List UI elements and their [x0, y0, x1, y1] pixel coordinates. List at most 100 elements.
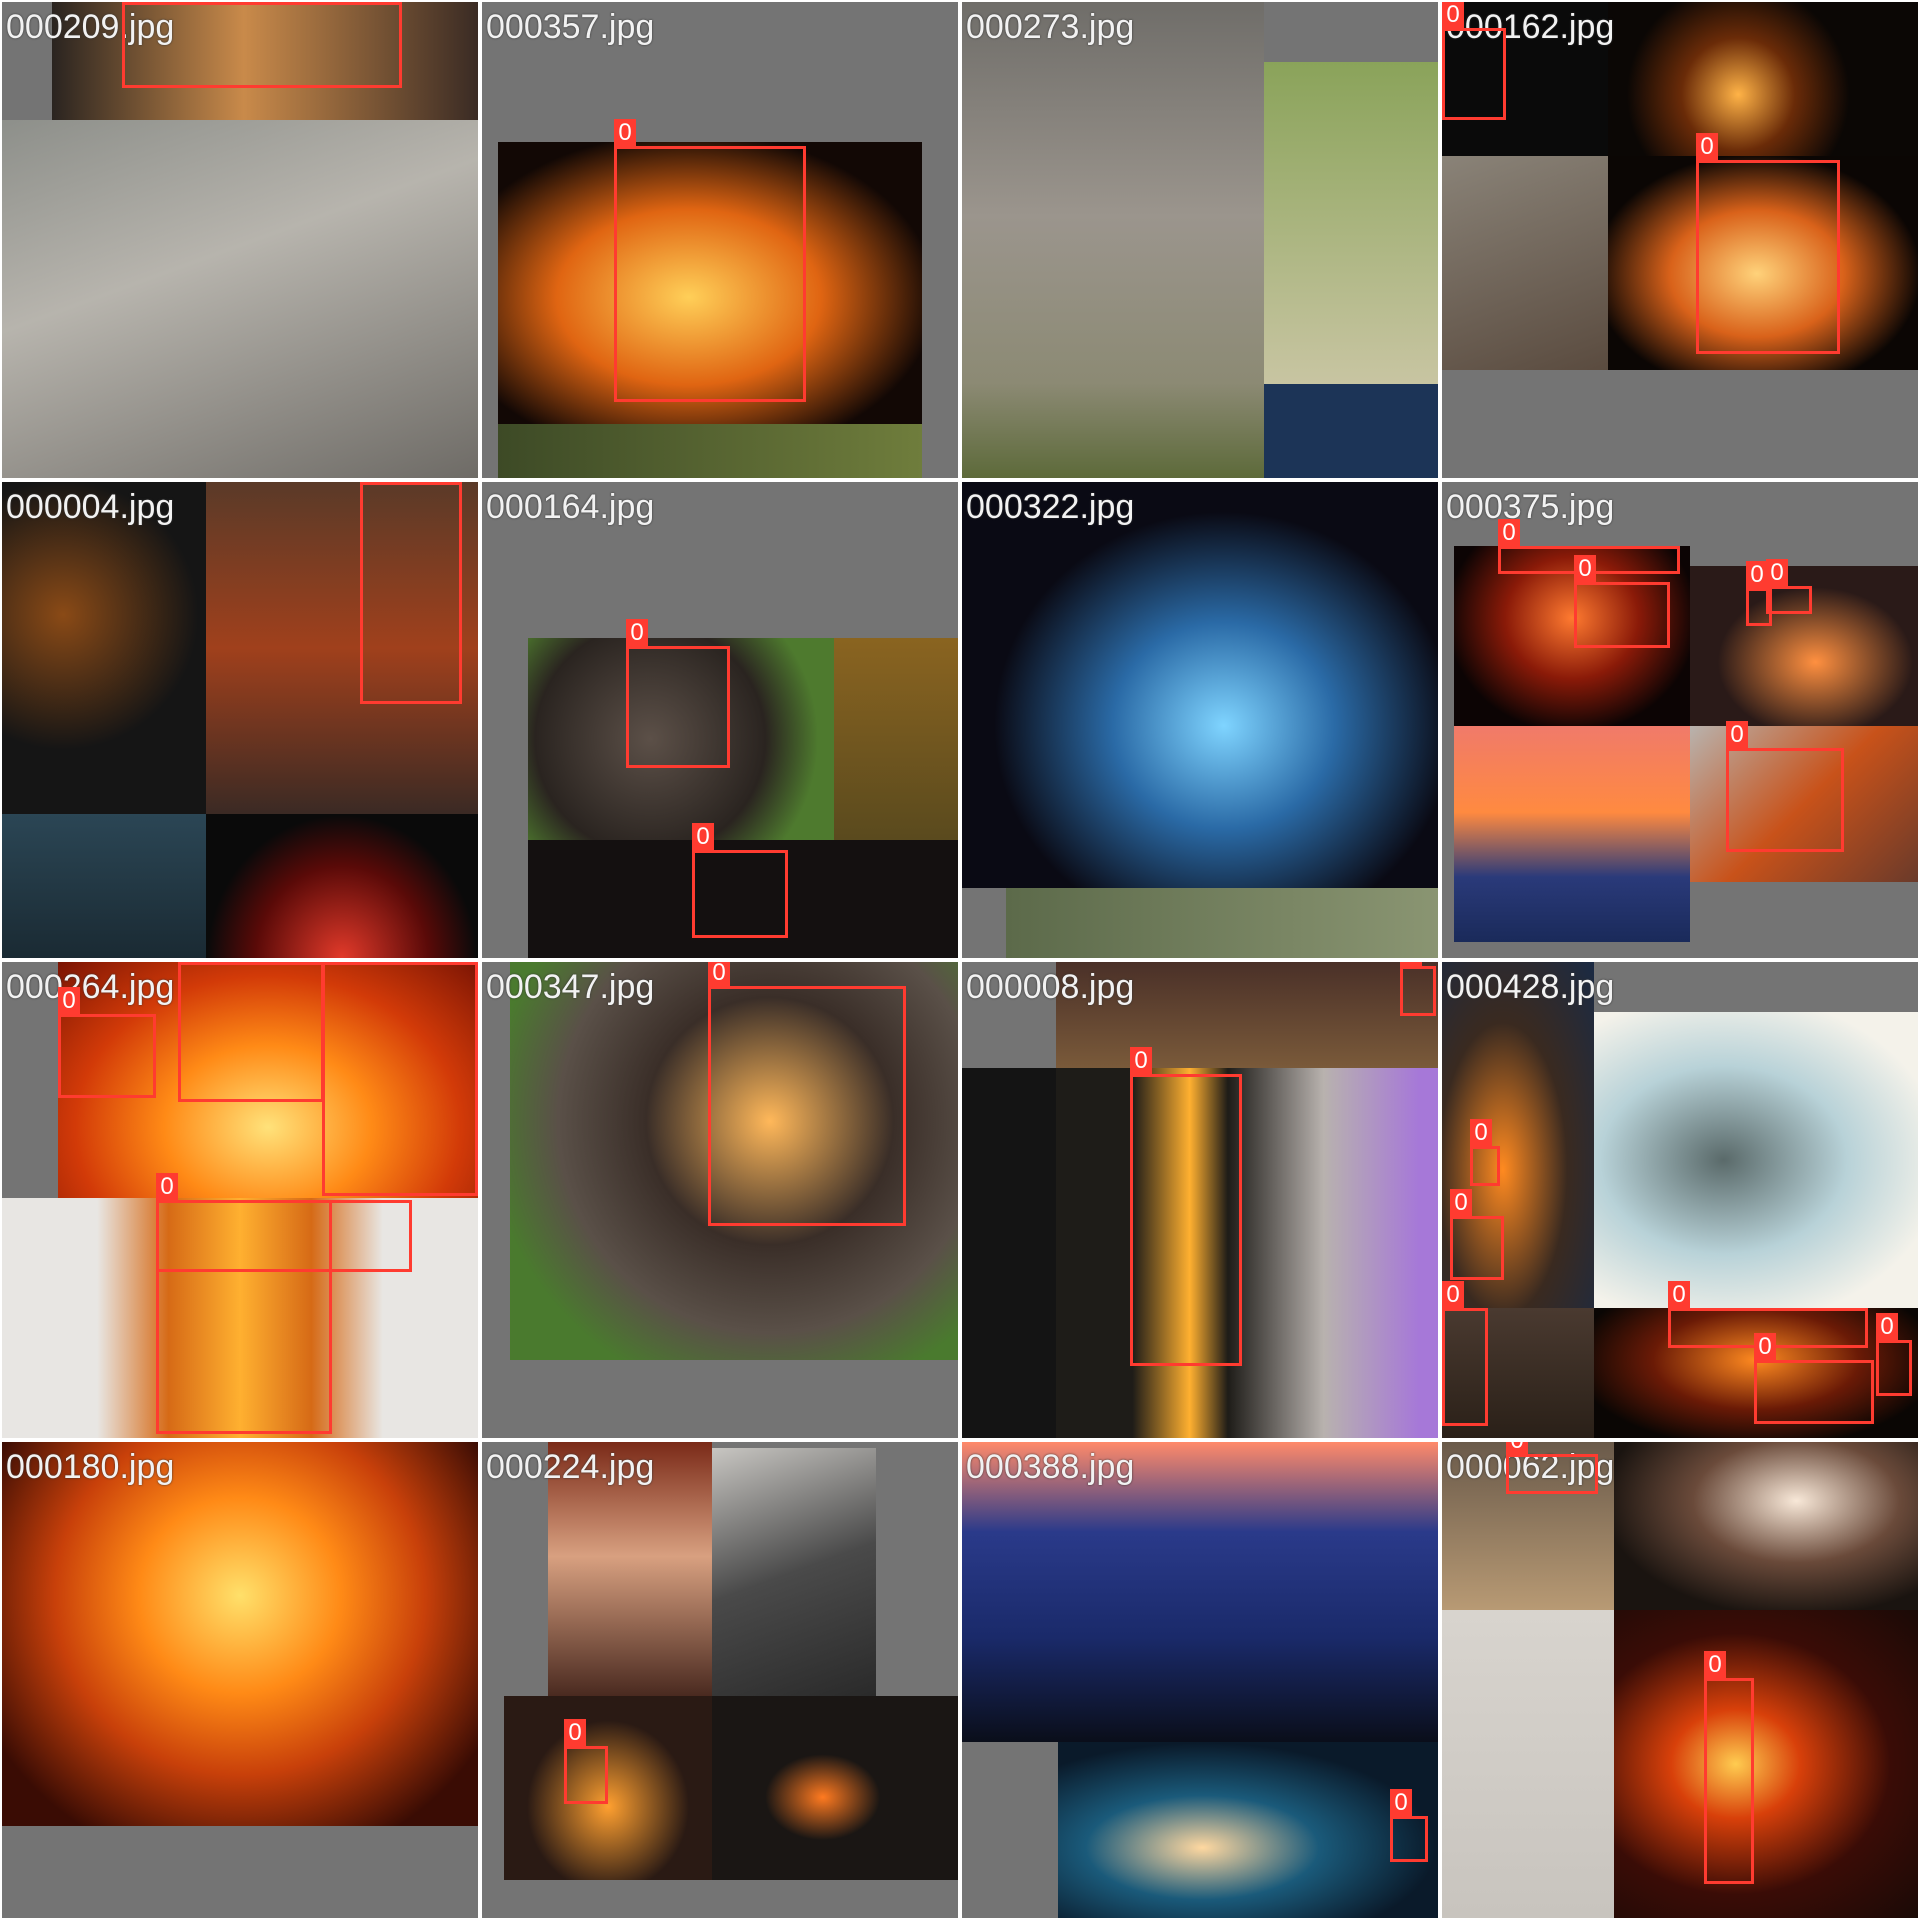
- detection-box: 0: [1876, 1313, 1912, 1396]
- detection-box: 0: [156, 1173, 332, 1434]
- detection-label: 0: [1130, 1047, 1152, 1075]
- detection-label: 0: [1442, 2, 1464, 29]
- mosaic-tile: 000322.jpg: [962, 482, 1438, 958]
- detection-box: 0: [708, 962, 906, 1226]
- detection-box: 0: [122, 2, 402, 88]
- detection-box: 0: [1766, 559, 1812, 614]
- detection-box: 0: [1754, 1333, 1874, 1424]
- mosaic-image: [962, 2, 1264, 478]
- mosaic-image: [962, 482, 1438, 888]
- mosaic-image: [206, 814, 478, 958]
- detection-box: 0: [1130, 1047, 1242, 1366]
- detection-label: 0: [1390, 1789, 1412, 1817]
- mosaic-image: [1614, 1610, 1918, 1918]
- mosaic-image: [962, 1068, 1056, 1438]
- detection-label: 0: [1766, 559, 1788, 587]
- detection-label: 0: [122, 2, 144, 3]
- mosaic-tile: 000062.jpg 0 0: [1442, 1442, 1918, 1918]
- mosaic-tile: 000004.jpg 0: [2, 482, 478, 958]
- mosaic-tile: 000162.jpg 0 0: [1442, 2, 1918, 478]
- detection-label: 0: [1696, 133, 1718, 161]
- detection-box: 0: [626, 619, 730, 768]
- detection-box: 0: [1442, 1281, 1488, 1426]
- detection-box: 0: [58, 987, 156, 1098]
- mosaic-image: [1058, 1742, 1438, 1918]
- detection-label: 0: [58, 987, 80, 1015]
- mosaic-tile: 000375.jpg 0 0 0 0 0: [1442, 482, 1918, 958]
- detection-label: 0: [708, 962, 730, 987]
- detection-label: 0: [1400, 962, 1422, 967]
- mosaic-grid: 000209.jpg 0 000357.jpg 0 000273.jpg 000…: [0, 0, 1920, 1920]
- mosaic-image: [712, 1448, 876, 1696]
- tile-filename: 000264.jpg: [6, 968, 175, 1006]
- mosaic-image: [1614, 1442, 1918, 1610]
- detection-label: 0: [626, 619, 648, 647]
- detection-box: 0: [614, 119, 806, 402]
- mosaic-tile: 000008.jpg 0 0: [962, 962, 1438, 1438]
- mosaic-tile: 000428.jpg 0 0 0 0 0 0: [1442, 962, 1918, 1438]
- tile-filename: 000375.jpg: [1446, 488, 1615, 526]
- mosaic-tile: 000164.jpg 0 0: [482, 482, 958, 958]
- detection-box: 0: [178, 962, 324, 1102]
- detection-label: 0: [1668, 1281, 1690, 1309]
- detection-box: 0: [1470, 1119, 1500, 1186]
- detection-label: 0: [1704, 1651, 1726, 1679]
- tile-filename: 000180.jpg: [6, 1448, 175, 1486]
- detection-box: 0: [1704, 1651, 1754, 1884]
- mosaic-image: [2, 482, 206, 814]
- detection-label: 0: [1498, 519, 1520, 547]
- detection-label: 0: [1726, 721, 1748, 749]
- detection-label: 0: [1574, 555, 1596, 583]
- tile-filename: 000357.jpg: [486, 8, 655, 46]
- mosaic-image: [1608, 2, 1918, 156]
- detection-label: 0: [564, 1719, 586, 1747]
- detection-box: 0: [322, 962, 478, 1196]
- tile-filename: 000347.jpg: [486, 968, 655, 1006]
- detection-label: 0: [156, 1173, 178, 1201]
- mosaic-image: [504, 1696, 712, 1880]
- mosaic-image: [1006, 888, 1438, 958]
- tile-filename: 000428.jpg: [1446, 968, 1615, 1006]
- detection-box: 0: [1450, 1189, 1504, 1280]
- mosaic-image: [1454, 726, 1690, 942]
- mosaic-image: [1594, 1012, 1918, 1308]
- detection-box: 0: [1726, 721, 1844, 852]
- detection-label: 0: [1746, 561, 1768, 589]
- detection-box: 0: [1506, 1442, 1598, 1494]
- mosaic-tile: 000209.jpg 0: [2, 2, 478, 478]
- mosaic-image: [2, 120, 478, 478]
- mosaic-image: [834, 638, 958, 840]
- mosaic-tile: 000388.jpg 0: [962, 1442, 1438, 1918]
- tile-filename: 000322.jpg: [966, 488, 1135, 526]
- detection-label: 0: [1470, 1119, 1492, 1147]
- detection-label: 0: [178, 962, 200, 963]
- mosaic-tile: 000357.jpg 0: [482, 2, 958, 478]
- detection-label: 0: [322, 962, 344, 963]
- detection-label: 0: [360, 482, 382, 483]
- mosaic-tile: 000273.jpg: [962, 2, 1438, 478]
- detection-label: 0: [1506, 1442, 1528, 1455]
- detection-box: 0: [360, 482, 462, 704]
- mosaic-image: [1056, 1068, 1438, 1438]
- detection-label: 0: [614, 119, 636, 147]
- tile-filename: 000004.jpg: [6, 488, 175, 526]
- detection-label: 0: [692, 823, 714, 851]
- mosaic-image: [962, 1442, 1438, 1742]
- detection-box: 0: [1696, 133, 1840, 354]
- mosaic-image: [1264, 62, 1438, 384]
- detection-label: 0: [1754, 1333, 1776, 1361]
- mosaic-image: [1442, 1610, 1614, 1918]
- mosaic-tile: 000180.jpg: [2, 1442, 478, 1918]
- mosaic-image: [1264, 384, 1438, 478]
- detection-box: 0: [1574, 555, 1670, 648]
- mosaic-image: [2, 814, 206, 958]
- mosaic-tile: 000347.jpg 0: [482, 962, 958, 1438]
- tile-filename: 000164.jpg: [486, 488, 655, 526]
- detection-box: 0: [692, 823, 788, 938]
- detection-label: 0: [1876, 1313, 1898, 1341]
- mosaic-image: [712, 1696, 958, 1880]
- detection-box: 0: [564, 1719, 608, 1804]
- mosaic-image: [498, 424, 922, 478]
- detection-box: 0: [1400, 962, 1436, 1016]
- mosaic-tile: 000264.jpg 0 0 0 0 0: [2, 962, 478, 1438]
